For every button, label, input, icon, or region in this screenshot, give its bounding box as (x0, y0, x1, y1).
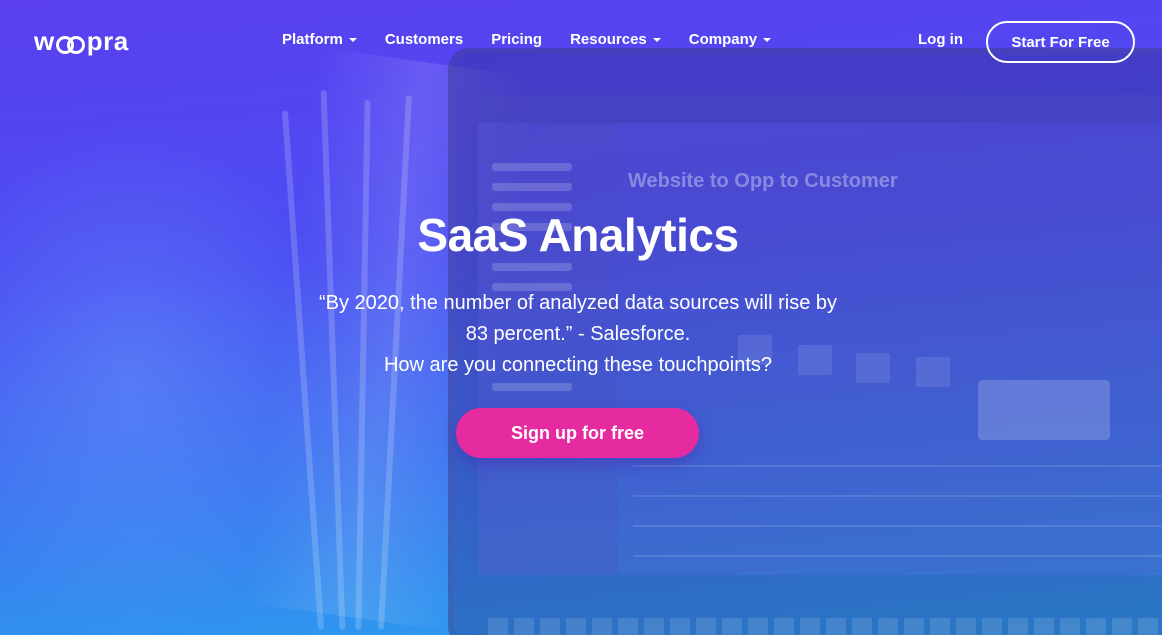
chevron-down-icon (348, 37, 357, 42)
page-title: SaaS Analytics (417, 209, 739, 261)
start-for-free-button[interactable]: Start For Free (986, 21, 1135, 63)
nav-item-pricing[interactable]: Pricing (491, 31, 542, 48)
background-screen-sidebar-item (492, 383, 572, 391)
nav-item-platform[interactable]: Platform (282, 31, 357, 48)
hero-question: How are you connecting these touchpoints… (383, 354, 773, 376)
background-tooltip-card (978, 380, 1110, 440)
nav-item-label: Company (688, 31, 758, 48)
background-screen-topbar (478, 95, 1162, 123)
background-table-row (633, 465, 1162, 467)
background-table-row (633, 525, 1162, 527)
chevron-down-icon (763, 37, 772, 42)
nav-item-label: Customers (384, 31, 464, 48)
background-screen-sidebar-item (492, 263, 572, 271)
logo-text-right: pra (86, 26, 129, 56)
background-table-row (633, 555, 1162, 557)
hero-quote: “By 2020, the number of analyzed data so… (0, 288, 1156, 381)
nav-item-resources[interactable]: Resources (570, 31, 661, 48)
main-nav: Platform Customers Pricing Resources Com… (282, 31, 799, 48)
background-report-title: Website to Opp to Customer (628, 170, 898, 192)
logo-infinity-icon (55, 36, 86, 54)
nav-item-label: Platform (282, 31, 343, 48)
background-table-row (633, 495, 1162, 497)
nav-item-label: Pricing (491, 31, 543, 48)
nav-item-company[interactable]: Company (688, 31, 772, 48)
chevron-down-icon (652, 37, 661, 42)
background-screen-sidebar-item (492, 163, 572, 171)
hero-quote-line-2: 83 percent.” - Salesforce. (465, 323, 691, 345)
nav-item-customers[interactable]: Customers (385, 31, 463, 48)
background-screen-sidebar-item (492, 183, 572, 191)
login-link[interactable]: Log in (918, 31, 963, 48)
background-keyboard (488, 618, 1162, 635)
nav-item-label: Resources (570, 31, 647, 48)
hero-quote-line-1: “By 2020, the number of analyzed data so… (318, 292, 838, 314)
logo-text-left: w (34, 26, 55, 56)
signup-button[interactable]: Sign up for free (456, 408, 699, 458)
woopra-logo[interactable]: w pra (34, 26, 129, 57)
